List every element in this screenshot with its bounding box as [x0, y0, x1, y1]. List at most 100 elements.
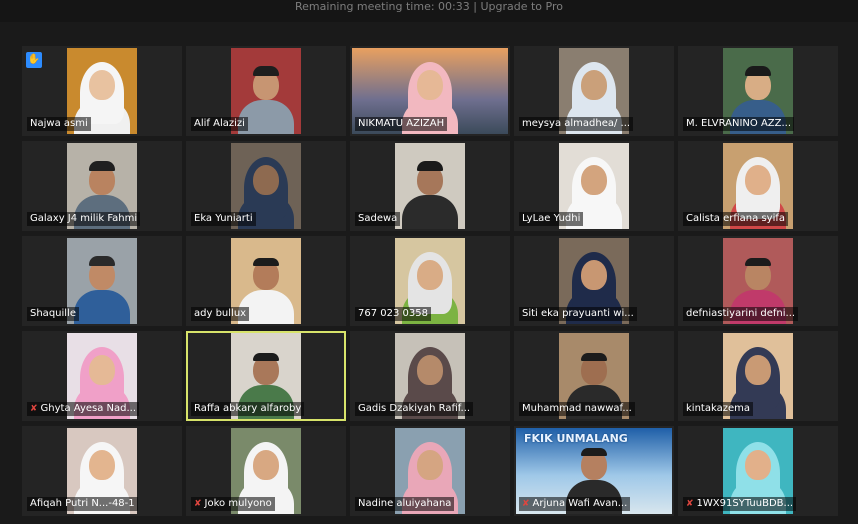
participant-tile[interactable]: Alif Alazizi [186, 46, 346, 136]
hair-shape [253, 258, 279, 266]
participant-tile[interactable]: LyLae Yudhi [514, 141, 674, 231]
participant-name: Afiqah Putri N...-48-1 [30, 498, 135, 509]
participant-tile[interactable]: Calista erfiana syifa [678, 141, 838, 231]
participant-name: Sadewa [358, 213, 398, 224]
participant-tile[interactable]: Galaxy J4 milik Fahmi [22, 141, 182, 231]
participant-tile[interactable]: NIKMATU AZIZAH [350, 46, 510, 136]
participant-name-label: LyLae Yudhi [519, 212, 584, 226]
participant-tile[interactable]: FKIK UNMALANG ✘ Arjuna Wafi Avan... [514, 426, 674, 516]
participant-name-label: Nadine aluiyahana [355, 497, 455, 511]
person-face [253, 450, 279, 480]
participant-name: meysya almadhea/ ... [522, 118, 631, 129]
participant-tile[interactable]: Muhammad nawwaf... [514, 331, 674, 421]
participant-name-label: Najwa asmi [27, 117, 91, 131]
person-face [417, 260, 443, 290]
person-face [417, 450, 443, 480]
participant-tile[interactable]: ady bullux [186, 236, 346, 326]
participant-name: Calista erfiana syifa [686, 213, 785, 224]
participant-name: 767 023 0358 [358, 308, 428, 319]
participant-tile[interactable]: Sadewa [350, 141, 510, 231]
person-body [74, 290, 130, 324]
person-body [402, 195, 458, 229]
participant-tile[interactable]: kintakazema [678, 331, 838, 421]
participant-name: Nadine aluiyahana [358, 498, 452, 509]
participant-name: 1WX91SYTuuBDB... [696, 498, 794, 509]
participant-tile[interactable]: ✘ 1WX91SYTuuBDB... [678, 426, 838, 516]
participant-name-label: ✘ 1WX91SYTuuBDB... [683, 497, 797, 511]
participant-tile[interactable]: ✘ Joko mulyono [186, 426, 346, 516]
participant-name-label: ✘ Arjuna Wafi Avan... [519, 497, 631, 511]
person-face [253, 165, 279, 195]
participant-tile[interactable]: defniastiyarini defni... [678, 236, 838, 326]
participant-name: Ghyta Ayesa Nad... [40, 403, 137, 414]
participant-name-label: Eka Yuniarti [191, 212, 256, 226]
participant-name-label: 767 023 0358 [355, 307, 431, 321]
participant-name: Alif Alazizi [194, 118, 245, 129]
person-face [581, 165, 607, 195]
participant-tile[interactable]: ✘ Ghyta Ayesa Nad... [22, 331, 182, 421]
participant-name: ady bullux [194, 308, 247, 319]
participant-tile[interactable]: Nadine aluiyahana [350, 426, 510, 516]
participant-name-label: kintakazema [683, 402, 753, 416]
participant-name-label: defniastiyarini defni... [683, 307, 799, 321]
participant-tile[interactable]: Shaquille [22, 236, 182, 326]
muted-mic-icon: ✘ [194, 499, 202, 509]
participant-tile[interactable]: Siti eka prayuanti wi... [514, 236, 674, 326]
person-face [745, 165, 771, 195]
muted-mic-icon: ✘ [30, 404, 38, 414]
raised-hand-icon: ✋ [26, 52, 42, 68]
participant-name: Eka Yuniarti [194, 213, 253, 224]
hair-shape [745, 258, 771, 266]
participant-name: Najwa asmi [30, 118, 88, 129]
hair-shape [581, 448, 607, 456]
person-face [745, 450, 771, 480]
gallery-view: ✋ Najwa asmi Alif Alazizi NIKMATU AZIZAH mey… [22, 46, 840, 522]
participant-tile[interactable]: meysya almadhea/ ... [514, 46, 674, 136]
participant-tile[interactable]: 767 023 0358 [350, 236, 510, 326]
participant-name-label: Calista erfiana syifa [683, 212, 788, 226]
participant-name: LyLae Yudhi [522, 213, 581, 224]
participant-video [395, 143, 465, 229]
participant-name: Galaxy J4 milik Fahmi [30, 213, 138, 224]
muted-mic-icon: ✘ [522, 499, 530, 509]
banner-logo-text: FKIK UNMALANG [524, 432, 628, 445]
cap-shape [745, 66, 771, 76]
cap-shape [89, 256, 115, 266]
participant-name-label: Shaquille [27, 307, 79, 321]
participant-tile[interactable]: Gadis Dzakiyah Rafif... [350, 331, 510, 421]
person-face [417, 70, 443, 100]
participant-name-label: ✘ Joko mulyono [191, 497, 275, 511]
participant-name: Arjuna Wafi Avan... [532, 498, 628, 509]
person-face [745, 355, 771, 385]
participant-tile[interactable]: Eka Yuniarti [186, 141, 346, 231]
participant-name-label: Muhammad nawwaf... [519, 402, 635, 416]
meeting-time-banner[interactable]: Remaining meeting time: 00:33 | Upgrade … [0, 0, 858, 22]
meeting-time-text: Remaining meeting time: 00:33 | Upgrade … [295, 0, 563, 13]
hair-shape [581, 353, 607, 361]
participant-tile[interactable]: Afiqah Putri N...-48-1 [22, 426, 182, 516]
participant-name: Gadis Dzakiyah Rafif... [358, 403, 471, 414]
participant-name-label: ady bullux [191, 307, 250, 321]
person-face [581, 70, 607, 100]
participant-name: Muhammad nawwaf... [522, 403, 632, 414]
cap-shape [253, 66, 279, 76]
participant-tile[interactable]: Raffa abkary alfaroby [186, 331, 346, 421]
person-face [89, 450, 115, 480]
participant-name: Raffa abkary alfaroby [194, 403, 302, 414]
person-face [89, 70, 115, 100]
participant-tile[interactable]: ✋ Najwa asmi [22, 46, 182, 136]
person-face [581, 260, 607, 290]
participant-name-label: Raffa abkary alfaroby [191, 402, 305, 416]
participant-name: defniastiyarini defni... [686, 308, 796, 319]
person-face [417, 355, 443, 385]
participant-name-label: Alif Alazizi [191, 117, 248, 131]
participant-name: kintakazema [686, 403, 750, 414]
participant-name-label: Siti eka prayuanti wi... [519, 307, 637, 321]
participant-name: Siti eka prayuanti wi... [522, 308, 634, 319]
participant-name-label: NIKMATU AZIZAH [355, 117, 448, 131]
participant-tile[interactable]: M. ELVRANINO AZZ... [678, 46, 838, 136]
participant-name-label: ✘ Ghyta Ayesa Nad... [27, 402, 140, 416]
participant-name-label: Gadis Dzakiyah Rafif... [355, 402, 474, 416]
muted-mic-icon: ✘ [686, 499, 694, 509]
cap-shape [417, 161, 443, 171]
